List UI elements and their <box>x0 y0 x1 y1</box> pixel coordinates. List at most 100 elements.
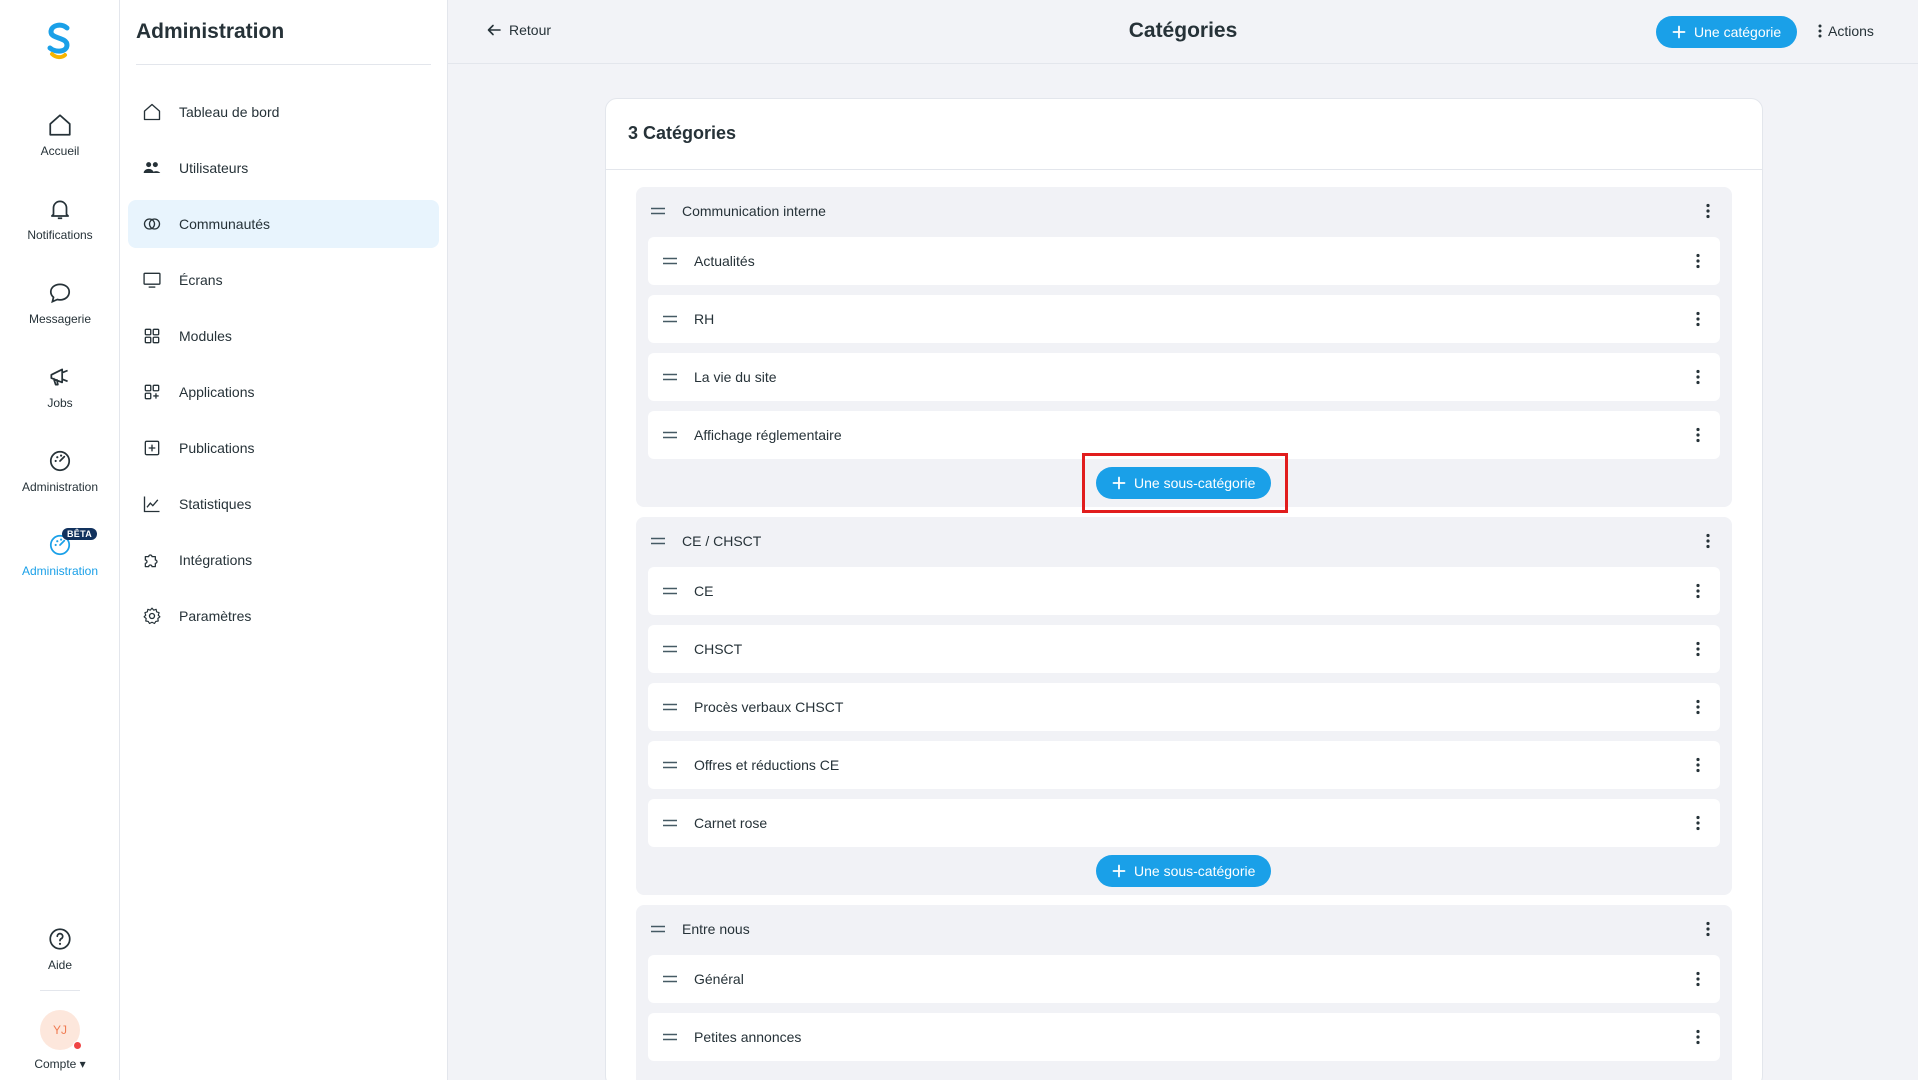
sidebar-item-statistiques[interactable]: Statistiques <box>128 480 439 528</box>
sidebar-item-publications[interactable]: Publications <box>128 424 439 472</box>
drag-handle-icon[interactable] <box>662 256 678 266</box>
divider <box>136 64 431 65</box>
rail-item-messagerie[interactable]: Messagerie <box>0 280 120 326</box>
apps-icon <box>144 384 160 400</box>
drag-handle-icon[interactable] <box>662 586 678 596</box>
subcategory-name: RH <box>694 311 715 327</box>
sidebar-item-ecrans[interactable]: Écrans <box>128 256 439 304</box>
beta-badge: BÊTA <box>62 528 98 540</box>
kebab-icon[interactable] <box>1698 919 1718 939</box>
sidebar-item-label: Utilisateurs <box>179 160 249 176</box>
sidebar-item-label: Paramètres <box>179 608 252 624</box>
rail-item-administration-beta[interactable]: BÊTA Administration <box>0 528 120 578</box>
sidebar-item-parametres[interactable]: Paramètres <box>128 592 439 640</box>
bell-icon <box>51 200 69 220</box>
drag-handle-icon[interactable] <box>650 536 666 546</box>
sidebar-item-label: Tableau de bord <box>179 104 280 120</box>
gear-icon <box>143 607 161 625</box>
drag-handle-icon[interactable] <box>650 924 666 934</box>
sidebar-item-applications[interactable]: Applications <box>128 368 439 416</box>
kebab-icon[interactable] <box>1688 697 1708 717</box>
drag-handle-icon[interactable] <box>650 206 666 216</box>
sidebar-item-utilisateurs[interactable]: Utilisateurs <box>128 144 439 192</box>
circles-icon <box>143 218 161 230</box>
divider <box>606 169 1762 170</box>
kebab-icon[interactable] <box>1688 309 1708 329</box>
sidebar-item-label: Modules <box>179 328 232 344</box>
subcategory-name: Procès verbaux CHSCT <box>694 699 844 715</box>
rail-item-jobs[interactable]: Jobs <box>0 364 120 410</box>
category-group: Communication interne Actualités RH La v… <box>636 187 1732 513</box>
sidebar-item-label: Écrans <box>179 272 223 288</box>
subcategory-row: Procès verbaux CHSCT <box>648 683 1720 731</box>
sidebar-item-communautes[interactable]: Communautés <box>128 200 439 248</box>
kebab-icon[interactable] <box>1688 251 1708 271</box>
subcategory-row: La vie du site <box>648 353 1720 401</box>
account-menu[interactable]: Compte ▾ <box>0 1057 120 1071</box>
subcategory-row: RH <box>648 295 1720 343</box>
subcategory-row: Affichage réglementaire <box>648 411 1720 459</box>
kebab-icon[interactable] <box>1688 969 1708 989</box>
actions-menu-button[interactable]: Actions <box>1818 23 1874 39</box>
kebab-icon[interactable] <box>1688 581 1708 601</box>
actions-label: Actions <box>1828 23 1874 39</box>
kebab-icon[interactable] <box>1698 531 1718 551</box>
drag-handle-icon[interactable] <box>662 314 678 324</box>
drag-handle-icon[interactable] <box>662 760 678 770</box>
kebab-icon[interactable] <box>1688 1027 1708 1047</box>
drag-handle-icon[interactable] <box>662 974 678 984</box>
puzzle-icon <box>144 554 158 568</box>
rail-label: Messagerie <box>28 312 92 326</box>
category-name: Entre nous <box>682 921 750 937</box>
category-name: Communication interne <box>682 203 826 219</box>
sidebar-item-label: Communautés <box>179 216 271 232</box>
sidebar-item-modules[interactable]: Modules <box>128 312 439 360</box>
drag-handle-icon[interactable] <box>662 1032 678 1042</box>
grid-icon <box>144 328 160 344</box>
admin-sidebar: Administration Tableau de bord Utilisate… <box>120 0 448 1080</box>
subcategory-name: Général <box>694 971 744 987</box>
plus-icon <box>1112 864 1126 878</box>
rail-item-administration[interactable]: Administration <box>0 448 120 494</box>
add-subcategory-button[interactable]: Une sous-catégorie <box>1096 855 1272 887</box>
drag-handle-icon[interactable] <box>662 644 678 654</box>
kebab-icon[interactable] <box>1688 755 1708 775</box>
app-logo <box>47 22 70 60</box>
subcategory-name: Petites annonces <box>694 1029 802 1045</box>
sidebar-item-label: Publications <box>179 440 255 456</box>
subcategory-name: Carnet rose <box>694 815 768 831</box>
drag-handle-icon[interactable] <box>662 430 678 440</box>
rail-divider <box>40 990 80 991</box>
subcategory-row: Petites annonces <box>648 1013 1720 1061</box>
kebab-icon[interactable] <box>1688 425 1708 445</box>
subcategory-row: Général <box>648 955 1720 1003</box>
subcategory-name: Actualités <box>694 253 755 269</box>
subcategory-name: Offres et réductions CE <box>694 757 840 773</box>
highlight-box <box>1082 453 1288 513</box>
kebab-icon[interactable] <box>1688 639 1708 659</box>
rail-item-home[interactable]: Accueil <box>0 112 120 158</box>
rail-label: Notifications <box>27 228 93 242</box>
rail-label: Jobs <box>47 396 73 410</box>
sidebar-item-integrations[interactable]: Intégrations <box>128 536 439 584</box>
subcategory-name: CHSCT <box>694 641 743 657</box>
rail-item-help[interactable]: Aide <box>0 926 120 972</box>
kebab-icon[interactable] <box>1698 201 1718 221</box>
sidebar-item-tableau-de-bord[interactable]: Tableau de bord <box>128 88 439 136</box>
home-icon <box>143 103 161 121</box>
add-category-button[interactable]: Une catégorie <box>1656 16 1798 48</box>
rail-label: Accueil <box>40 144 80 158</box>
kebab-icon[interactable] <box>1688 813 1708 833</box>
rail-label: Administration <box>21 480 99 494</box>
plus-square-icon <box>144 440 160 456</box>
category-group: CE / CHSCT CE CHSCT Procès verbaux CHSCT… <box>636 517 1732 895</box>
drag-handle-icon[interactable] <box>662 702 678 712</box>
sidebar-item-label: Statistiques <box>179 496 252 512</box>
subcategory-row: Offres et réductions CE <box>648 741 1720 789</box>
kebab-icon[interactable] <box>1688 367 1708 387</box>
drag-handle-icon[interactable] <box>662 818 678 828</box>
gauge-icon <box>49 450 71 472</box>
rail-item-notifications[interactable]: Notifications <box>0 196 120 242</box>
drag-handle-icon[interactable] <box>662 372 678 382</box>
subcategory-name: Affichage réglementaire <box>694 427 842 443</box>
